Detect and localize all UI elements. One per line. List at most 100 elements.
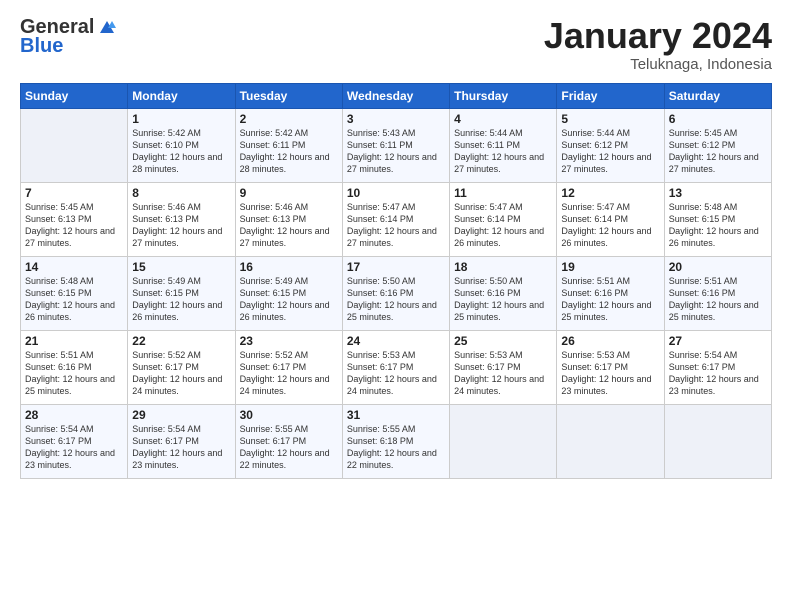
table-row: 23Sunrise: 5:52 AMSunset: 6:17 PMDayligh… <box>235 330 342 404</box>
day-number: 14 <box>25 260 123 274</box>
table-row: 8Sunrise: 5:46 AMSunset: 6:13 PMDaylight… <box>128 182 235 256</box>
table-row <box>664 404 771 478</box>
day-number: 25 <box>454 334 552 348</box>
day-info: Sunrise: 5:52 AMSunset: 6:17 PMDaylight:… <box>132 349 230 398</box>
day-number: 7 <box>25 186 123 200</box>
day-info: Sunrise: 5:55 AMSunset: 6:17 PMDaylight:… <box>240 423 338 472</box>
calendar-page: General Blue January 2024 Teluknaga, Ind… <box>0 0 792 612</box>
day-number: 26 <box>561 334 659 348</box>
table-row: 1Sunrise: 5:42 AMSunset: 6:10 PMDaylight… <box>128 108 235 182</box>
table-row: 16Sunrise: 5:49 AMSunset: 6:15 PMDayligh… <box>235 256 342 330</box>
table-row: 22Sunrise: 5:52 AMSunset: 6:17 PMDayligh… <box>128 330 235 404</box>
table-row: 14Sunrise: 5:48 AMSunset: 6:15 PMDayligh… <box>21 256 128 330</box>
day-info: Sunrise: 5:53 AMSunset: 6:17 PMDaylight:… <box>561 349 659 398</box>
calendar-week-row: 14Sunrise: 5:48 AMSunset: 6:15 PMDayligh… <box>21 256 772 330</box>
day-number: 6 <box>669 112 767 126</box>
table-row <box>557 404 664 478</box>
logo: General Blue <box>20 16 116 58</box>
day-number: 28 <box>25 408 123 422</box>
day-info: Sunrise: 5:44 AMSunset: 6:11 PMDaylight:… <box>454 127 552 176</box>
day-number: 24 <box>347 334 445 348</box>
day-info: Sunrise: 5:49 AMSunset: 6:15 PMDaylight:… <box>132 275 230 324</box>
table-row: 10Sunrise: 5:47 AMSunset: 6:14 PMDayligh… <box>342 182 449 256</box>
day-info: Sunrise: 5:47 AMSunset: 6:14 PMDaylight:… <box>454 201 552 250</box>
col-sunday: Sunday <box>21 83 128 108</box>
day-info: Sunrise: 5:51 AMSunset: 6:16 PMDaylight:… <box>25 349 123 398</box>
table-row: 7Sunrise: 5:45 AMSunset: 6:13 PMDaylight… <box>21 182 128 256</box>
day-info: Sunrise: 5:48 AMSunset: 6:15 PMDaylight:… <box>25 275 123 324</box>
title-area: January 2024 Teluknaga, Indonesia <box>544 16 772 73</box>
day-number: 15 <box>132 260 230 274</box>
table-row: 25Sunrise: 5:53 AMSunset: 6:17 PMDayligh… <box>450 330 557 404</box>
table-row: 13Sunrise: 5:48 AMSunset: 6:15 PMDayligh… <box>664 182 771 256</box>
col-wednesday: Wednesday <box>342 83 449 108</box>
day-number: 2 <box>240 112 338 126</box>
day-info: Sunrise: 5:42 AMSunset: 6:11 PMDaylight:… <box>240 127 338 176</box>
day-number: 13 <box>669 186 767 200</box>
table-row: 20Sunrise: 5:51 AMSunset: 6:16 PMDayligh… <box>664 256 771 330</box>
table-row <box>21 108 128 182</box>
day-info: Sunrise: 5:44 AMSunset: 6:12 PMDaylight:… <box>561 127 659 176</box>
day-number: 5 <box>561 112 659 126</box>
day-info: Sunrise: 5:55 AMSunset: 6:18 PMDaylight:… <box>347 423 445 472</box>
header: General Blue January 2024 Teluknaga, Ind… <box>20 16 772 73</box>
day-number: 31 <box>347 408 445 422</box>
day-info: Sunrise: 5:53 AMSunset: 6:17 PMDaylight:… <box>454 349 552 398</box>
calendar-week-row: 28Sunrise: 5:54 AMSunset: 6:17 PMDayligh… <box>21 404 772 478</box>
calendar-week-row: 7Sunrise: 5:45 AMSunset: 6:13 PMDaylight… <box>21 182 772 256</box>
logo-blue-text: Blue <box>20 35 63 58</box>
table-row: 12Sunrise: 5:47 AMSunset: 6:14 PMDayligh… <box>557 182 664 256</box>
table-row: 31Sunrise: 5:55 AMSunset: 6:18 PMDayligh… <box>342 404 449 478</box>
day-info: Sunrise: 5:46 AMSunset: 6:13 PMDaylight:… <box>132 201 230 250</box>
day-info: Sunrise: 5:51 AMSunset: 6:16 PMDaylight:… <box>669 275 767 324</box>
day-number: 23 <box>240 334 338 348</box>
day-info: Sunrise: 5:46 AMSunset: 6:13 PMDaylight:… <box>240 201 338 250</box>
day-number: 21 <box>25 334 123 348</box>
table-row: 17Sunrise: 5:50 AMSunset: 6:16 PMDayligh… <box>342 256 449 330</box>
col-friday: Friday <box>557 83 664 108</box>
day-number: 30 <box>240 408 338 422</box>
day-number: 19 <box>561 260 659 274</box>
col-monday: Monday <box>128 83 235 108</box>
calendar-week-row: 21Sunrise: 5:51 AMSunset: 6:16 PMDayligh… <box>21 330 772 404</box>
day-info: Sunrise: 5:50 AMSunset: 6:16 PMDaylight:… <box>454 275 552 324</box>
day-info: Sunrise: 5:48 AMSunset: 6:15 PMDaylight:… <box>669 201 767 250</box>
table-row: 11Sunrise: 5:47 AMSunset: 6:14 PMDayligh… <box>450 182 557 256</box>
table-row: 6Sunrise: 5:45 AMSunset: 6:12 PMDaylight… <box>664 108 771 182</box>
col-thursday: Thursday <box>450 83 557 108</box>
header-row: Sunday Monday Tuesday Wednesday Thursday… <box>21 83 772 108</box>
day-number: 27 <box>669 334 767 348</box>
day-number: 20 <box>669 260 767 274</box>
day-number: 16 <box>240 260 338 274</box>
day-info: Sunrise: 5:49 AMSunset: 6:15 PMDaylight:… <box>240 275 338 324</box>
calendar-table: Sunday Monday Tuesday Wednesday Thursday… <box>20 83 772 479</box>
table-row: 9Sunrise: 5:46 AMSunset: 6:13 PMDaylight… <box>235 182 342 256</box>
table-row: 2Sunrise: 5:42 AMSunset: 6:11 PMDaylight… <box>235 108 342 182</box>
day-number: 22 <box>132 334 230 348</box>
table-row: 26Sunrise: 5:53 AMSunset: 6:17 PMDayligh… <box>557 330 664 404</box>
day-number: 3 <box>347 112 445 126</box>
location: Teluknaga, Indonesia <box>544 56 772 73</box>
day-info: Sunrise: 5:47 AMSunset: 6:14 PMDaylight:… <box>561 201 659 250</box>
day-number: 8 <box>132 186 230 200</box>
day-info: Sunrise: 5:52 AMSunset: 6:17 PMDaylight:… <box>240 349 338 398</box>
day-info: Sunrise: 5:43 AMSunset: 6:11 PMDaylight:… <box>347 127 445 176</box>
day-info: Sunrise: 5:42 AMSunset: 6:10 PMDaylight:… <box>132 127 230 176</box>
table-row: 27Sunrise: 5:54 AMSunset: 6:17 PMDayligh… <box>664 330 771 404</box>
table-row: 28Sunrise: 5:54 AMSunset: 6:17 PMDayligh… <box>21 404 128 478</box>
table-row <box>450 404 557 478</box>
day-number: 12 <box>561 186 659 200</box>
day-number: 9 <box>240 186 338 200</box>
day-number: 10 <box>347 186 445 200</box>
day-info: Sunrise: 5:51 AMSunset: 6:16 PMDaylight:… <box>561 275 659 324</box>
table-row: 19Sunrise: 5:51 AMSunset: 6:16 PMDayligh… <box>557 256 664 330</box>
logo-icon <box>98 19 116 37</box>
day-info: Sunrise: 5:54 AMSunset: 6:17 PMDaylight:… <box>25 423 123 472</box>
day-number: 11 <box>454 186 552 200</box>
table-row: 24Sunrise: 5:53 AMSunset: 6:17 PMDayligh… <box>342 330 449 404</box>
table-row: 29Sunrise: 5:54 AMSunset: 6:17 PMDayligh… <box>128 404 235 478</box>
table-row: 3Sunrise: 5:43 AMSunset: 6:11 PMDaylight… <box>342 108 449 182</box>
day-info: Sunrise: 5:53 AMSunset: 6:17 PMDaylight:… <box>347 349 445 398</box>
col-tuesday: Tuesday <box>235 83 342 108</box>
day-info: Sunrise: 5:54 AMSunset: 6:17 PMDaylight:… <box>669 349 767 398</box>
